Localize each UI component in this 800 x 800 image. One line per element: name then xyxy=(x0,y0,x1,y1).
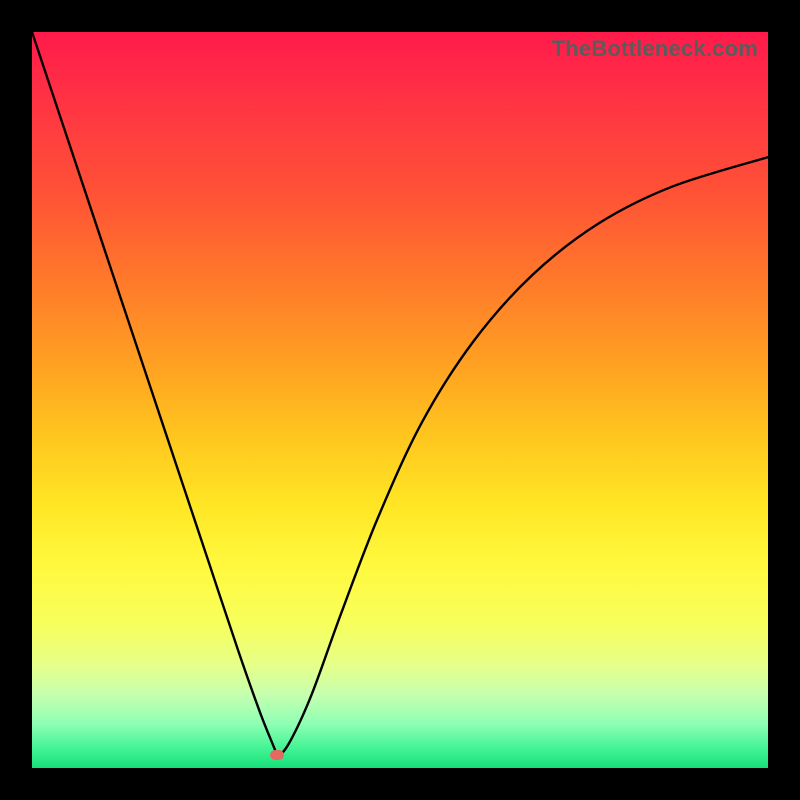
plot-area: TheBottleneck.com xyxy=(32,32,768,768)
chart-frame: TheBottleneck.com xyxy=(0,0,800,800)
minimum-marker xyxy=(270,750,284,760)
bottleneck-curve xyxy=(32,32,768,768)
